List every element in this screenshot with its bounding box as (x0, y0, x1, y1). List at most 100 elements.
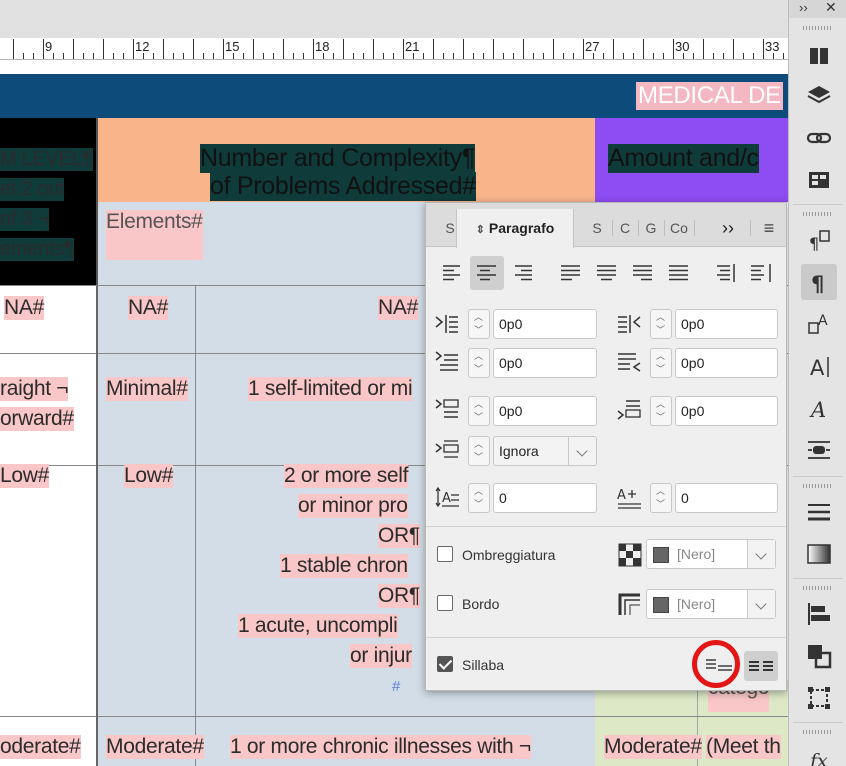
justify-left-button[interactable] (554, 256, 588, 290)
glyphs-panel-button[interactable]: A (801, 390, 837, 426)
split-columns-icon[interactable] (744, 651, 778, 681)
effects-panel-button[interactable]: fx (801, 740, 837, 766)
pathfinder-panel-button[interactable] (801, 638, 837, 674)
transform-panel-button[interactable] (801, 680, 837, 716)
align-towards-spine-button[interactable] (708, 256, 742, 290)
svg-text:A: A (818, 313, 828, 329)
align-center-button[interactable] (470, 256, 504, 290)
tab-swatches[interactable]: S (586, 209, 608, 247)
first-line-indent-field[interactable]: 0p0 (493, 348, 597, 378)
align-away-spine-button[interactable] (744, 256, 778, 290)
dropcap-lines-stepper[interactable]: ︿ ﹀ (468, 483, 490, 513)
layers-panel-button[interactable] (801, 78, 837, 114)
pages-panel-button[interactable] (801, 38, 837, 74)
character-styles-panel-button[interactable]: A (801, 306, 837, 342)
more-tabs-button[interactable]: ›› (716, 209, 740, 247)
ruler-tick (733, 39, 734, 59)
tab-paragrafo[interactable]: ⇕ Paragrafo (456, 209, 574, 248)
ruler-tick (673, 39, 674, 59)
shading-color-select[interactable]: [Nero] (646, 539, 776, 569)
col-gray-1 (98, 286, 195, 766)
low-line-4: 1 stable chron (280, 554, 408, 578)
ruler-tick (583, 39, 584, 59)
straight-line-2: orward# (0, 407, 74, 431)
last-line-indent-stepper[interactable]: ︿ ﹀ (650, 348, 672, 378)
paragraph-panel[interactable]: S ⇕ Paragrafo S C G Co ›› ≡ ︿ ﹀ 0p0 ︿ ﹀ 0p0… (425, 202, 787, 691)
ruler-tick (33, 53, 34, 59)
paragraph-styles-panel-button[interactable]: ¶ (801, 222, 837, 258)
ruler-tick (603, 53, 604, 59)
ruler-tick (443, 53, 444, 59)
character-panel-button[interactable]: A (801, 348, 837, 384)
justify-right-button[interactable] (626, 256, 660, 290)
dropcap-lines-field[interactable]: 0 (493, 483, 597, 513)
close-icon[interactable]: ✕ (825, 0, 837, 16)
left-indent-stepper[interactable]: ︿ ﹀ (468, 309, 490, 339)
right-indent-field[interactable]: 0p0 (675, 309, 778, 339)
ruler-tick (703, 39, 704, 59)
dock-grip (803, 212, 833, 216)
gradient-panel-button[interactable] (801, 536, 837, 572)
tab-sep-3 (664, 220, 665, 236)
ruler-tick (83, 53, 84, 59)
align-panel-button[interactable] (801, 596, 837, 632)
border-checkbox[interactable] (437, 595, 453, 611)
ruler-tick (743, 53, 744, 59)
character-icon: A (810, 356, 829, 379)
first-line-indent-stepper[interactable]: ︿ ﹀ (468, 348, 490, 378)
low-cell-2: Low# (124, 464, 174, 488)
align-to-grid-select[interactable]: Ignora (493, 436, 597, 466)
first-line-indent-icon (434, 349, 460, 375)
last-line-indent-field[interactable]: 0p0 (675, 348, 778, 378)
tab-color[interactable]: Co (666, 209, 692, 247)
shading-pattern-icon[interactable] (618, 543, 644, 569)
space-before-stepper[interactable]: ︿ ﹀ (468, 396, 490, 426)
dock-collapse-button[interactable]: ›› (799, 0, 808, 15)
space-after-stepper[interactable]: ︿ ﹀ (650, 396, 672, 426)
ruler-number: 33 (765, 39, 780, 54)
ruler-tick (163, 39, 164, 59)
tab-glyphs[interactable]: G (640, 209, 662, 247)
moderate-cell-5: (Meet th (706, 735, 781, 759)
ruler-tick (73, 39, 74, 59)
hyphenate-checkbox[interactable] (437, 656, 453, 672)
panel-menu-button[interactable]: ≡ (758, 209, 780, 247)
ruler-tick (303, 53, 304, 59)
links-panel-button[interactable] (801, 120, 837, 156)
left-indent-icon (434, 311, 460, 337)
ruler-tick (293, 53, 294, 59)
grid-row-line-4b (0, 716, 788, 717)
stroke-panel-button[interactable] (801, 494, 837, 530)
border-style-icon[interactable] (618, 593, 644, 619)
swatches-panel-button[interactable] (801, 162, 837, 198)
text-wrap-panel-button[interactable] (801, 432, 837, 468)
justify-center-button[interactable] (590, 256, 624, 290)
align-right-button[interactable] (506, 256, 540, 290)
space-before-field[interactable]: 0p0 (493, 396, 597, 426)
horizontal-ruler[interactable]: 9 12 15 18 21 27 30 33 (0, 38, 788, 60)
ruler-tick (343, 39, 344, 59)
align-left-button[interactable] (436, 256, 470, 290)
align-to-grid-stepper[interactable]: ︿ ﹀ (468, 436, 490, 466)
svg-text:¶: ¶ (809, 234, 819, 253)
right-indent-stepper[interactable]: ︿ ﹀ (650, 309, 672, 339)
border-color-select[interactable]: [Nero] (646, 589, 776, 619)
pathfinder-icon (808, 645, 832, 669)
chevron-down-icon (747, 540, 775, 568)
justify-all-button[interactable] (662, 256, 696, 290)
align-icon (808, 603, 830, 625)
ruler-tick (203, 53, 204, 59)
paragraph-panel-button[interactable]: ¶ (801, 264, 837, 300)
tab-character[interactable]: C (614, 209, 636, 247)
paragraph-styles-icon: ¶ (809, 230, 830, 253)
dropcap-chars-field[interactable]: 0 (675, 483, 778, 513)
low-line-5: OR¶ (378, 584, 420, 608)
shading-checkbox[interactable] (437, 546, 453, 562)
svg-text:A: A (810, 356, 825, 379)
left-indent-field[interactable]: 0p0 (493, 309, 597, 339)
dropcap-chars-stepper[interactable]: ︿ ﹀ (650, 483, 672, 513)
space-after-field[interactable]: 0p0 (675, 396, 778, 426)
moderate-cell-1: oderate# (0, 735, 81, 759)
ruler-tick (263, 53, 264, 59)
shading-color-label: [Nero] (677, 546, 716, 562)
